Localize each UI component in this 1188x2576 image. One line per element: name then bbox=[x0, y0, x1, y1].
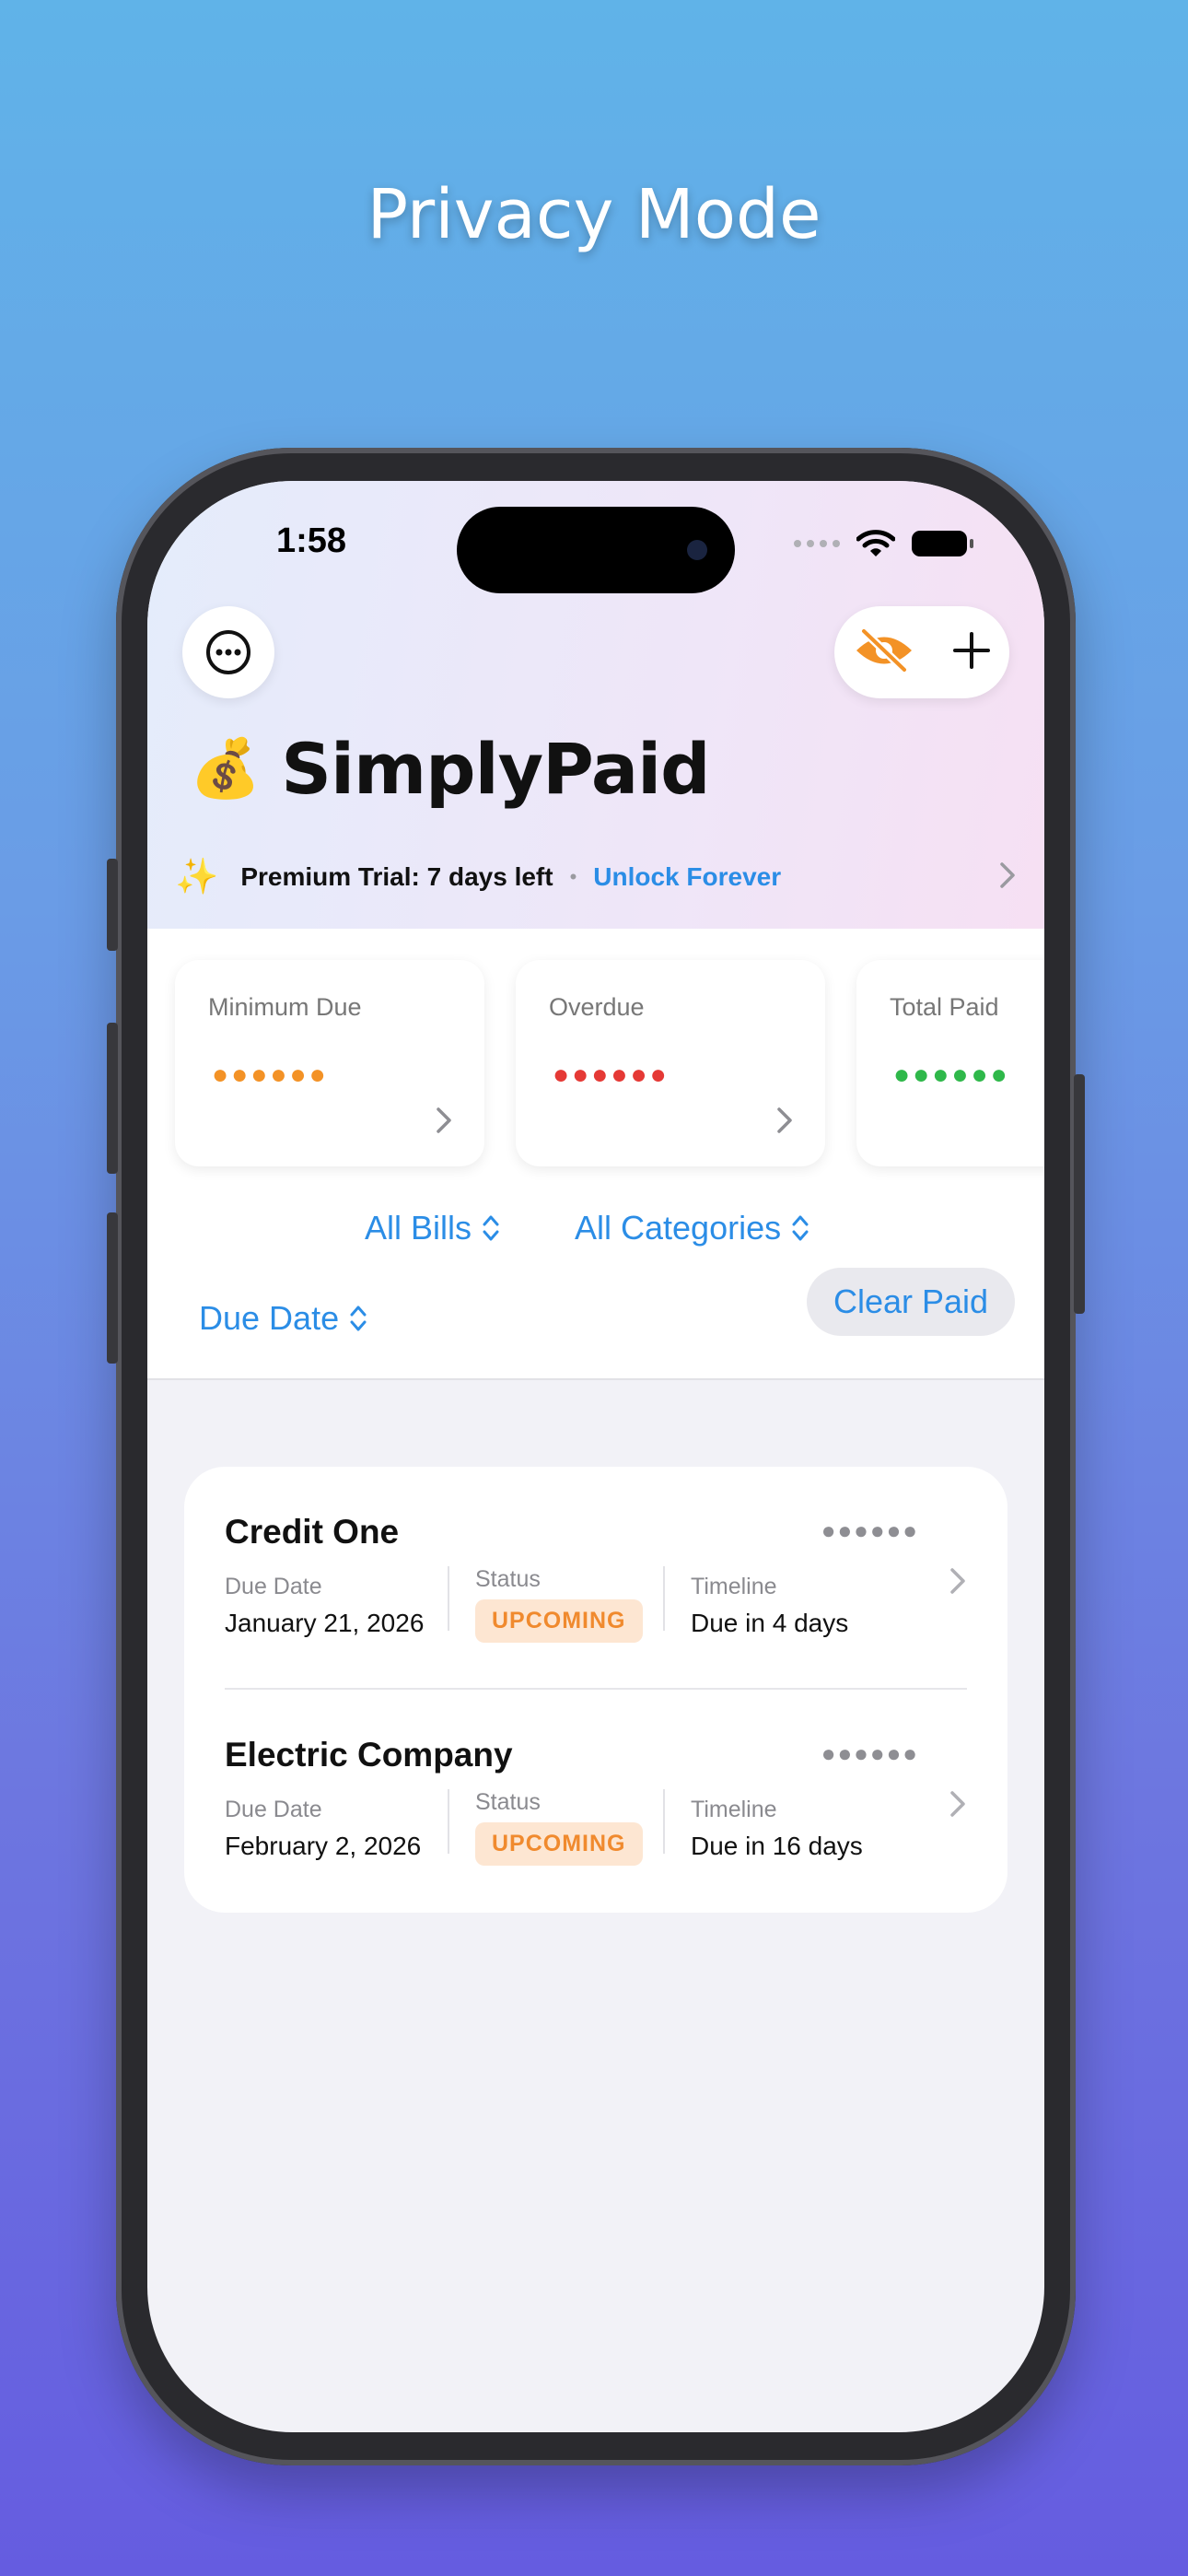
sparkles-icon: ✨ bbox=[175, 858, 219, 896]
sort-label: Due Date bbox=[199, 1299, 340, 1337]
chevron-up-down-icon bbox=[350, 1306, 367, 1331]
timeline-label: Timeline bbox=[691, 1797, 777, 1822]
status-time: 1:58 bbox=[276, 521, 347, 560]
power-button bbox=[1074, 1074, 1085, 1314]
trial-banner[interactable]: ✨ Premium Trial: 7 days left • Unlock Fo… bbox=[175, 849, 1017, 905]
bill-row-electric-company[interactable]: Electric Company ●●●●●● Due Date Februar… bbox=[225, 1736, 967, 1920]
status-badge: UPCOMING bbox=[475, 1599, 643, 1643]
status-badge: UPCOMING bbox=[475, 1822, 643, 1866]
ellipsis-circle-icon bbox=[206, 630, 250, 674]
column-divider bbox=[663, 1789, 665, 1854]
column-divider bbox=[448, 1566, 449, 1631]
chevron-up-down-icon bbox=[792, 1215, 809, 1241]
divider bbox=[147, 1378, 1044, 1380]
privacy-toggle-button[interactable] bbox=[853, 626, 915, 678]
masked-amount: ●●●●●● bbox=[553, 1060, 670, 1090]
due-date-label: Due Date bbox=[225, 1574, 322, 1599]
row-divider bbox=[225, 1688, 967, 1690]
minimum-due-card[interactable]: Minimum Due ●●●●●● bbox=[175, 960, 484, 1166]
chevron-up-down-icon bbox=[483, 1215, 499, 1241]
category-filter-dropdown[interactable]: All Categories bbox=[575, 1209, 810, 1247]
page-title: 💰 SimplyPaid bbox=[190, 728, 711, 810]
chevron-right-icon bbox=[437, 1107, 451, 1133]
card-label: Total Paid bbox=[890, 993, 999, 1021]
chevron-right-icon bbox=[777, 1107, 792, 1133]
status-label: Status bbox=[475, 1566, 541, 1592]
add-bill-button[interactable] bbox=[951, 630, 992, 675]
timeline-value: Due in 4 days bbox=[691, 1609, 849, 1637]
masked-amount: ●●●●●● bbox=[893, 1060, 1010, 1090]
app-screen: 1:58 💰 SimplyPaid ✨ Premium Trial: 7 day… bbox=[147, 481, 1044, 2432]
clear-paid-button[interactable]: Clear Paid bbox=[807, 1268, 1015, 1336]
trial-text: Premium Trial: 7 days left bbox=[240, 862, 553, 891]
trial-separator: • bbox=[569, 865, 577, 888]
sort-dropdown[interactable]: Due Date bbox=[199, 1299, 368, 1338]
eye-slash-icon bbox=[856, 626, 912, 673]
total-paid-card[interactable]: Total Paid ●●●●●● bbox=[856, 960, 1044, 1166]
chevron-right-icon bbox=[1000, 862, 1015, 888]
column-divider bbox=[663, 1566, 665, 1631]
masked-amount: ●●●●●● bbox=[212, 1060, 329, 1090]
header-actions bbox=[834, 606, 1009, 698]
chevron-right-icon bbox=[950, 1791, 965, 1817]
masked-amount: ●●●●●● bbox=[821, 1516, 919, 1544]
app-title-text: SimplyPaid bbox=[281, 728, 710, 810]
status-icons bbox=[794, 529, 973, 558]
dynamic-island bbox=[457, 507, 735, 593]
due-date-value: February 2, 2026 bbox=[225, 1832, 422, 1860]
wifi-icon bbox=[856, 530, 895, 556]
unlock-forever-link[interactable]: Unlock Forever bbox=[593, 862, 781, 892]
masked-amount: ●●●●●● bbox=[821, 1739, 919, 1767]
status-label: Status bbox=[475, 1789, 541, 1815]
battery-icon bbox=[912, 531, 973, 556]
bill-row-credit-one[interactable]: Credit One ●●●●●● Due Date January 21, 2… bbox=[225, 1513, 967, 1697]
overdue-card[interactable]: Overdue ●●●●●● bbox=[516, 960, 825, 1166]
more-button[interactable] bbox=[182, 606, 274, 698]
cellular-icon bbox=[794, 540, 840, 547]
bills-list: Credit One ●●●●●● Due Date January 21, 2… bbox=[184, 1467, 1007, 1913]
card-label: Minimum Due bbox=[208, 993, 362, 1021]
summary-cards: Minimum Due ●●●●●● Overdue ●●●●●● Total … bbox=[175, 960, 1044, 1166]
action-button bbox=[107, 859, 118, 951]
timeline-value: Due in 16 days bbox=[691, 1832, 863, 1860]
due-date-label: Due Date bbox=[225, 1797, 322, 1822]
bill-name: Electric Company bbox=[225, 1736, 513, 1774]
bill-filter-dropdown[interactable]: All Bills bbox=[365, 1209, 501, 1247]
volume-down-button bbox=[107, 1212, 118, 1364]
due-date-value: January 21, 2026 bbox=[225, 1609, 425, 1637]
phone-frame: 1:58 💰 SimplyPaid ✨ Premium Trial: 7 day… bbox=[107, 448, 1085, 2465]
money-bag-emoji: 💰 bbox=[190, 737, 262, 801]
timeline-label: Timeline bbox=[691, 1574, 777, 1599]
category-filter-label: All Categories bbox=[575, 1209, 782, 1247]
chevron-right-icon bbox=[950, 1568, 965, 1594]
bill-name: Credit One bbox=[225, 1513, 400, 1551]
bill-filter-label: All Bills bbox=[365, 1209, 472, 1247]
column-divider bbox=[448, 1789, 449, 1854]
plus-icon bbox=[952, 631, 990, 669]
volume-up-button bbox=[107, 1023, 118, 1174]
promo-headline: Privacy Mode bbox=[367, 175, 821, 254]
card-label: Overdue bbox=[549, 993, 645, 1021]
